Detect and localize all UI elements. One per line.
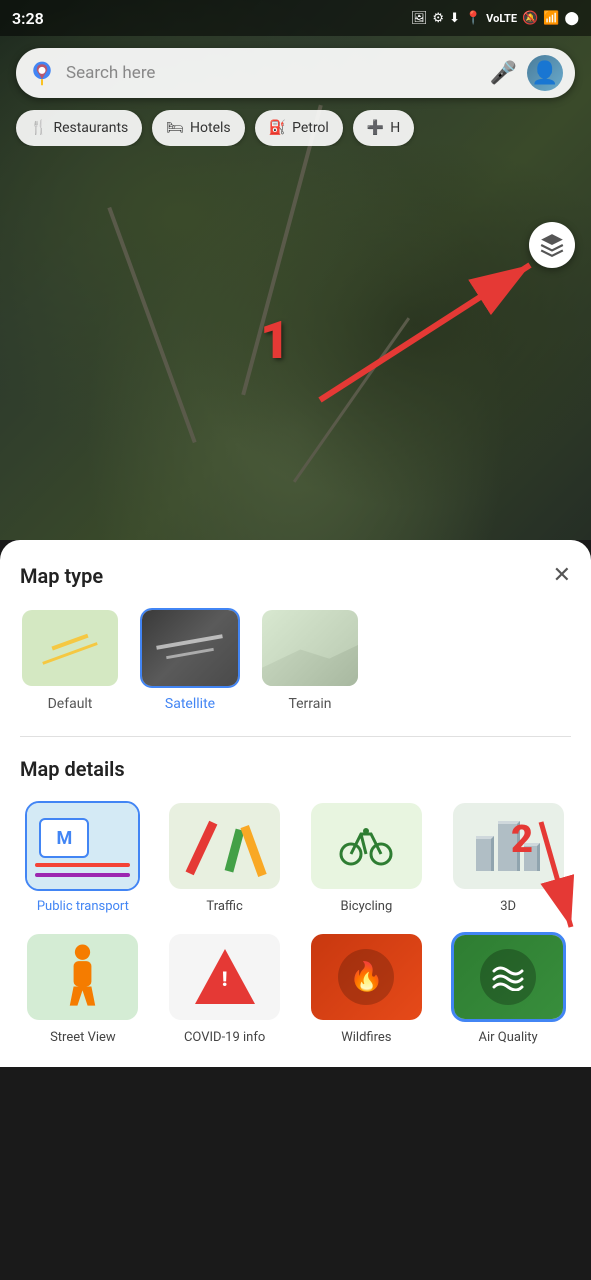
air-quality-icon bbox=[480, 949, 536, 1005]
location-icon: 📍 bbox=[465, 11, 481, 26]
detail-3d-label: 3D bbox=[500, 899, 516, 916]
status-time: 3:28 bbox=[12, 9, 44, 28]
detail-covid-label: COVID-19 info bbox=[184, 1030, 265, 1047]
chip-restaurants[interactable]: 🍴 Restaurants bbox=[16, 110, 142, 146]
wildfire-icon: 🔥 bbox=[338, 949, 394, 1005]
filter-chips: 🍴 Restaurants 🛏 Hotels ⛽ Petrol ➕ H bbox=[0, 110, 591, 146]
pegman-icon bbox=[55, 942, 110, 1012]
map-details-title: Map details bbox=[20, 757, 571, 781]
layer-button[interactable] bbox=[529, 222, 575, 268]
search-input[interactable]: Search here bbox=[66, 63, 480, 83]
photo-icon: 🖼 bbox=[411, 11, 428, 26]
hotel-icon: 🛏 bbox=[166, 120, 184, 136]
signal-icon: 📶 bbox=[543, 11, 559, 26]
map-type-terrain-label: Terrain bbox=[288, 696, 331, 712]
search-bar[interactable]: Search here 🎤 👤 bbox=[16, 48, 575, 98]
status-bar: 3:28 🖼 ⚙ ⬇ 📍 VoLTE 🔕 📶 ⬤ bbox=[0, 0, 591, 36]
detail-bicycling-label: Bicycling bbox=[341, 899, 393, 916]
detail-traffic-label: Traffic bbox=[206, 899, 242, 916]
plus-icon: ➕ bbox=[367, 120, 384, 136]
detail-transport-label: Public transport bbox=[37, 899, 129, 916]
detail-3d[interactable]: 3D bbox=[445, 801, 571, 916]
layers-icon bbox=[539, 232, 565, 258]
mic-icon[interactable]: 🎤 bbox=[490, 61, 517, 86]
chip-petrol[interactable]: ⛽ Petrol bbox=[255, 110, 343, 146]
map-details-grid: M Public transport Traffic bbox=[20, 801, 571, 1047]
chip-restaurants-label: Restaurants bbox=[53, 120, 128, 136]
chip-more-label: H bbox=[390, 120, 400, 136]
detail-wildfires-label: Wildfires bbox=[341, 1030, 391, 1047]
buildings-icon bbox=[476, 821, 540, 871]
metro-icon: M bbox=[39, 818, 89, 858]
map-view[interactable]: 3:28 🖼 ⚙ ⬇ 📍 VoLTE 🔕 📶 ⬤ Search here 🎤 👤 bbox=[0, 0, 591, 540]
map-type-title: Map type bbox=[20, 564, 103, 588]
battery-icon: ⬤ bbox=[564, 11, 579, 26]
avatar-image: 👤 bbox=[531, 61, 558, 86]
settings-icon: ⚙ bbox=[432, 11, 444, 26]
status-icons: 🖼 ⚙ ⬇ 📍 VoLTE 🔕 📶 ⬤ bbox=[411, 11, 579, 26]
map-type-satellite-label: Satellite bbox=[165, 696, 215, 712]
petrol-icon: ⛽ bbox=[269, 120, 286, 136]
restaurant-icon: 🍴 bbox=[30, 120, 47, 136]
detail-airquality-label: Air Quality bbox=[479, 1030, 538, 1047]
detail-transport-thumb[interactable]: M bbox=[25, 801, 140, 891]
chip-hotels-label: Hotels bbox=[190, 120, 231, 136]
section-divider bbox=[20, 736, 571, 737]
map-type-satellite[interactable]: Satellite bbox=[140, 608, 240, 712]
chip-more[interactable]: ➕ H bbox=[353, 110, 414, 146]
close-button[interactable]: ✕ bbox=[553, 565, 571, 587]
detail-streetview[interactable]: Street View bbox=[20, 932, 146, 1047]
map-type-default[interactable]: Default bbox=[20, 608, 120, 712]
detail-airquality[interactable]: 2 Air Quality bbox=[445, 932, 571, 1047]
bicycle-icon bbox=[336, 816, 396, 876]
map-type-default-label: Default bbox=[48, 696, 93, 712]
volte-icon: VoLTE bbox=[486, 12, 517, 25]
map-type-terrain[interactable]: Terrain bbox=[260, 608, 360, 712]
mute-icon: 🔕 bbox=[522, 11, 538, 26]
map-type-terrain-thumb[interactable] bbox=[260, 608, 360, 688]
detail-wildfires[interactable]: 🔥 Wildfires bbox=[304, 932, 430, 1047]
detail-traffic[interactable]: Traffic bbox=[162, 801, 288, 916]
air-waves-icon bbox=[490, 963, 526, 991]
bottom-panel: Map type ✕ Default Satellite Terrain Map bbox=[0, 540, 591, 1067]
download-icon: ⬇ bbox=[449, 11, 460, 26]
google-maps-logo bbox=[28, 59, 56, 87]
map-type-header: Map type ✕ bbox=[20, 564, 571, 588]
detail-covid[interactable]: ! COVID-19 info bbox=[162, 932, 288, 1047]
detail-bicycling[interactable]: Bicycling bbox=[304, 801, 430, 916]
detail-transport[interactable]: M Public transport bbox=[20, 801, 146, 916]
map-types-row: Default Satellite Terrain bbox=[20, 608, 571, 712]
avatar[interactable]: 👤 bbox=[527, 55, 563, 91]
annotation-number-1: 1 bbox=[260, 310, 290, 371]
chip-hotels[interactable]: 🛏 Hotels bbox=[152, 110, 244, 146]
detail-streetview-label: Street View bbox=[50, 1030, 116, 1047]
map-type-satellite-thumb[interactable] bbox=[140, 608, 240, 688]
map-type-default-thumb[interactable] bbox=[20, 608, 120, 688]
chip-petrol-label: Petrol bbox=[292, 120, 329, 136]
